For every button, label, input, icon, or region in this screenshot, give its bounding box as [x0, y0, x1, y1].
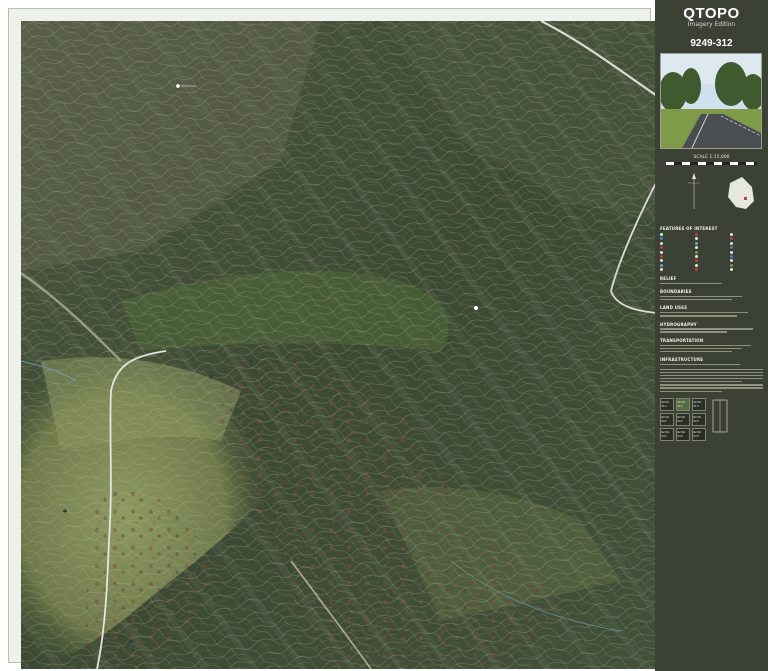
index-sheet: 9249-312: [676, 397, 690, 411]
boundaries-title: BOUNDARIES: [660, 289, 692, 295]
qtopo-title: QTOPO: [683, 5, 740, 22]
queensland-map-icon: [728, 177, 754, 209]
scale-bar: [666, 162, 757, 165]
index-sheet: 9249-321: [660, 412, 674, 426]
adjoining-sheets-grid: 9249-311 9249-312 9249-313 9249-321 9249-322…: [660, 397, 706, 441]
map-sidebar: QTOPO Imagery Edition 9249-312 SCALE 1:1…: [655, 0, 768, 671]
imagery-map[interactable]: [21, 21, 657, 669]
features-legend: [660, 233, 763, 272]
index-sheet: 9249-332: [676, 427, 690, 441]
index-sheet: 9249-331: [660, 427, 674, 441]
hydrography-title: HYDROGRAPHY: [660, 321, 697, 327]
survey-marker-central[interactable]: [473, 305, 479, 311]
scale-label: SCALE 1:15,000: [693, 155, 730, 160]
index-sheet: 9249-323: [692, 412, 706, 426]
disclaimer-text: [660, 368, 763, 392]
land-uses-title: LAND USES: [660, 305, 688, 311]
map-svg: [21, 21, 657, 669]
edition-label: Imagery Edition: [687, 21, 736, 28]
index-sheet: 9249-313: [692, 397, 706, 411]
infrastructure-title: INFRASTRUCTURE: [660, 356, 704, 362]
features-title: FEATURES OF INTEREST: [660, 226, 718, 231]
transportation-title: TRANSPORTATION: [660, 337, 704, 343]
fold-diagram: [712, 399, 728, 433]
cover-photo: [660, 53, 762, 149]
index-sheet: 9249-333: [692, 427, 706, 441]
location-diagrams: [688, 173, 754, 209]
sheet-number: 9249-312: [690, 38, 733, 49]
relief-title: RELIEF: [660, 276, 677, 282]
index-sheet: 9249-311: [660, 397, 674, 411]
map-frame: [8, 8, 657, 669]
index-sheet: 9249-322: [676, 412, 690, 426]
sheet-index: 9249-311 9249-312 9249-313 9249-321 9249-322…: [660, 397, 763, 441]
